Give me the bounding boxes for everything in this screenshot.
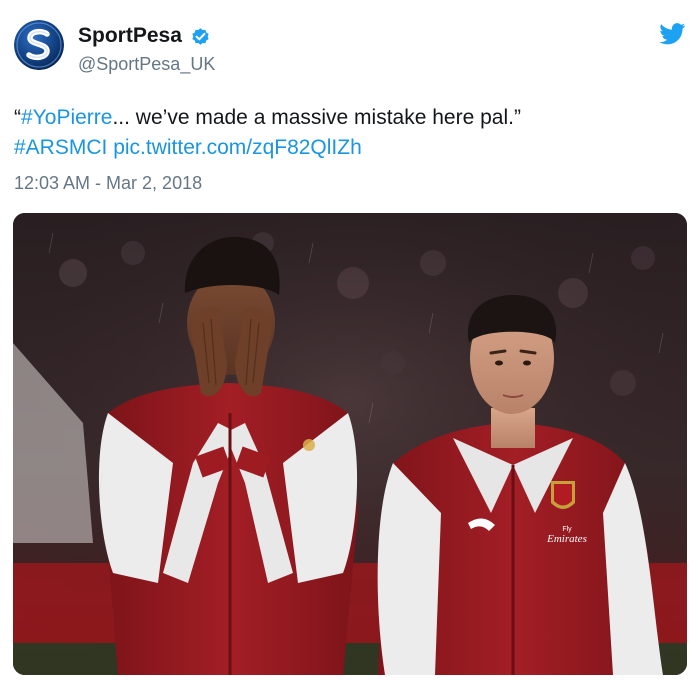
kit-sponsor-brand: Emirates [546,533,587,545]
tweet-timestamp[interactable]: 12:03 AM - Mar 2, 2018 [14,172,202,194]
author-handle[interactable]: @SportPesa_UK [78,53,215,75]
kit-sponsor-line: Fly [562,526,572,533]
author-name-row: SportPesa [78,23,211,49]
twitter-bird-icon[interactable] [659,23,686,45]
hashtag-arsmci[interactable]: #ARSMCI [14,136,107,159]
tweet-card: SportPesa @SportPesa_UK “#YoPierre... we… [0,0,700,689]
verified-badge-icon [190,26,211,47]
tweet-body-text: ... we’ve made a massive mistake here pa… [112,106,521,129]
photo-illustration: Fly Emirates [13,213,687,675]
author-display-name[interactable]: SportPesa [78,23,182,49]
media-link[interactable]: pic.twitter.com/zqF82QlIZh [113,136,362,159]
hashtag-yopierre[interactable]: #YoPierre [21,106,112,129]
tweet-text: “#YoPierre... we’ve made a massive mista… [14,103,684,163]
avatar[interactable] [14,20,64,70]
sportpesa-logo-icon [14,20,64,70]
tweet-photo[interactable]: Fly Emirates [13,213,687,675]
quote-mark: “ [14,106,21,129]
